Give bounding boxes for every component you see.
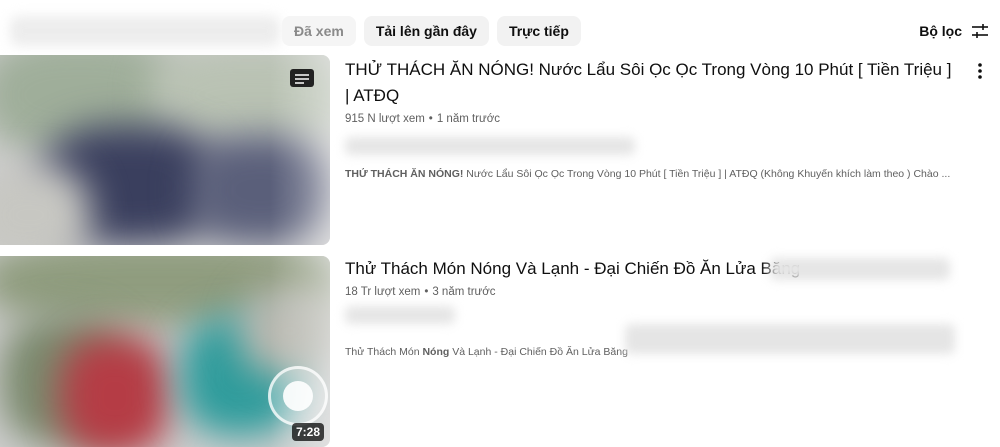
- duration-badge: 7:28: [291, 423, 324, 441]
- queue-icon: [290, 69, 314, 87]
- filter-label: Bộ lọc: [919, 23, 962, 39]
- view-count: 18 Tr lượt xem: [345, 286, 421, 298]
- view-count: 915 N lượt xem: [345, 113, 425, 125]
- video-thumbnail[interactable]: [0, 55, 330, 245]
- video-info: THỬ THÁCH ĂN NÓNG! Nước Lẩu Sôi Ọc Ọc Tr…: [345, 55, 960, 180]
- blurred-channel: [345, 306, 455, 324]
- video-info: Thử Thách Món Nóng Và Lạnh - Đại Chiến Đ…: [345, 256, 960, 358]
- video-title-text: Thử Thách Món Nóng Và Lạnh - Đại Chiến Đ…: [345, 259, 801, 278]
- chip-watched[interactable]: Đã xem: [282, 16, 356, 46]
- description-prefix: Thử Thách Món: [345, 346, 423, 358]
- video-description: Thử Thách Món Nóng Và Lạnh - Đại Chiến Đ…: [345, 346, 628, 358]
- video-meta: 915 N lượt xem • 1 năm trước: [345, 113, 500, 125]
- video-thumbnail[interactable]: 7:28: [0, 256, 330, 447]
- blurred-title-tail: [770, 258, 950, 280]
- upload-age: 3 năm trước: [432, 286, 496, 298]
- blurred-channel: [345, 137, 635, 155]
- overlay-button[interactable]: [268, 366, 328, 426]
- upload-age: 1 năm trước: [436, 113, 500, 125]
- video-meta: 18 Tr lượt xem • 3 năm trước: [345, 286, 496, 298]
- chip-recently-uploaded[interactable]: Tải lên gần đây: [363, 16, 489, 46]
- more-vert-icon[interactable]: [970, 59, 990, 83]
- description-highlight: THỬ THÁCH ĂN NÓNG!: [345, 168, 464, 180]
- video-description: THỬ THÁCH ĂN NÓNG! Nước Lẩu Sôi Ọc Ọc Tr…: [345, 168, 950, 180]
- filter-chip-bar: [10, 16, 286, 46]
- chip-live[interactable]: Trực tiếp: [496, 16, 581, 46]
- description-text: Nước Lẩu Sôi Ọc Ọc Trong Vòng 10 Phút [ …: [463, 168, 951, 180]
- filter-button[interactable]: Bộ lọc: [919, 18, 990, 44]
- blurred-description-tail: [625, 324, 955, 354]
- video-result: THỬ THÁCH ĂN NÓNG! Nước Lẩu Sôi Ọc Ọc Tr…: [0, 55, 1000, 245]
- sliders-icon: [970, 21, 990, 41]
- blurred-chips: [10, 16, 280, 46]
- video-title[interactable]: THỬ THÁCH ĂN NÓNG! Nước Lẩu Sôi Ọc Ọc Tr…: [345, 55, 960, 109]
- description-text: Và Lạnh - Đại Chiến Đồ Ăn Lửa Băng: [449, 346, 628, 358]
- video-result: 7:28 Thử Thách Món Nóng Và Lạnh - Đại Ch…: [0, 256, 1000, 447]
- chip-row: Đã xem Tải lên gần đây Trực tiếp: [282, 16, 589, 46]
- description-highlight: Nóng: [422, 346, 450, 358]
